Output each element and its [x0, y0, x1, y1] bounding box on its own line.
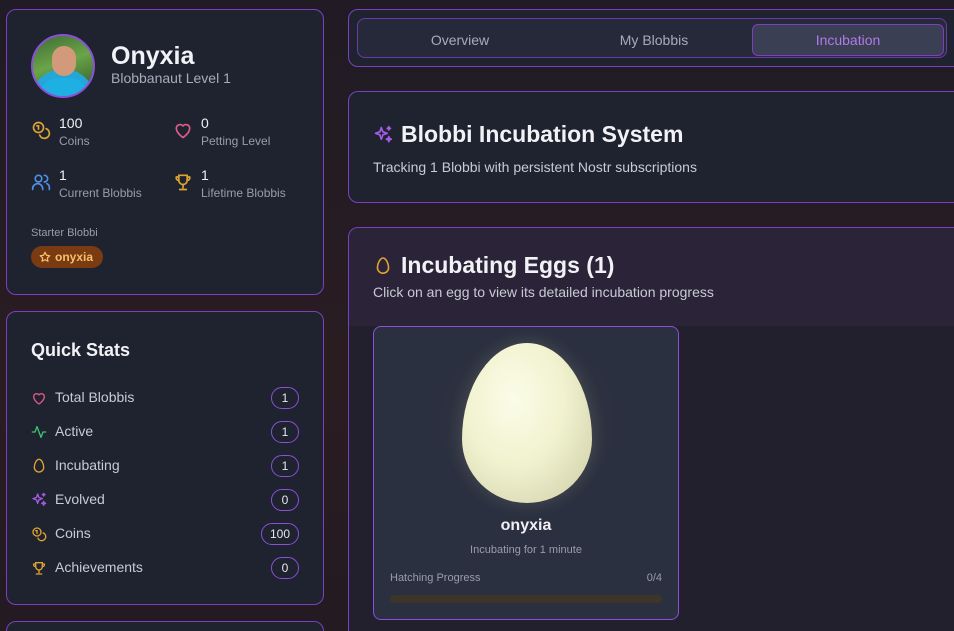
quick-stats-title: Quick Stats	[31, 340, 131, 360]
starter-badge[interactable]: onyxia	[31, 246, 104, 268]
egg-icon	[376, 257, 390, 274]
profile-name: Onyxia	[111, 42, 195, 70]
incubating-eggs-subtitle: Click on an egg to view its detailed inc…	[373, 284, 714, 300]
count-badge: 0	[271, 557, 299, 579]
quick-stats-card: Quick Stats Total Blobbis 1 Active 1 Inc…	[6, 311, 324, 605]
count-badge: 1	[271, 455, 299, 477]
count-badge: 1	[271, 387, 299, 409]
heart-icon	[33, 393, 45, 405]
starter-label: Starter Blobbi	[31, 227, 98, 239]
avatar[interactable]	[31, 34, 95, 98]
sparkles-icon	[32, 492, 47, 506]
quick-stat-total-blobbis: Total Blobbis 1	[31, 386, 299, 410]
profile-card: Onyxia Blobbanaut Level 1 100 Coins 0 Pe…	[6, 9, 324, 295]
count-badge: 0	[271, 489, 299, 511]
incubating-eggs-title: Incubating Eggs (1)	[401, 252, 615, 278]
coins-icon	[32, 121, 51, 140]
quick-stat-achievements: Achievements 0	[31, 556, 299, 580]
quick-stat-active: Active 1	[31, 420, 299, 444]
activity-icon	[31, 426, 47, 438]
count-badge: 1	[271, 421, 299, 443]
coins-icon	[32, 527, 47, 542]
tab-incubation[interactable]: Incubation	[752, 24, 944, 56]
egg-icon	[33, 458, 45, 473]
profile-level: Blobbanaut Level 1	[111, 70, 231, 86]
incubation-system-subtitle: Tracking 1 Blobbi with persistent Nostr …	[373, 159, 697, 175]
incubating-eggs-card: Incubating Eggs (1) Click on an egg to v…	[348, 227, 954, 631]
incubation-system-card: Blobbi Incubation System Tracking 1 Blob…	[348, 91, 954, 203]
quick-stat-incubating: Incubating 1	[31, 454, 299, 478]
incubation-system-title: Blobbi Incubation System	[401, 121, 684, 147]
hatching-progress-value: 0/4	[646, 572, 662, 584]
star-icon	[39, 251, 51, 262]
quick-stat-coins: Coins 100	[31, 522, 299, 546]
hatching-progress-bar	[390, 595, 662, 603]
starter-name: onyxia	[55, 250, 94, 264]
egg-status: Incubating for 1 minute	[470, 544, 582, 556]
egg-name: onyxia	[500, 517, 552, 534]
hatching-progress-label: Hatching Progress	[390, 572, 481, 584]
trophy-icon	[175, 174, 191, 191]
sidebar-card-partial	[6, 621, 324, 631]
count-badge: 100	[260, 523, 299, 545]
sparkles-icon	[374, 125, 393, 143]
users-icon	[31, 174, 51, 191]
tab-overview[interactable]: Overview	[364, 24, 556, 56]
tab-list: Overview My Blobbis Incubation	[357, 18, 947, 58]
incubating-eggs-header: Incubating Eggs (1) Click on an egg to v…	[349, 228, 954, 326]
quick-stat-evolved: Evolved 0	[31, 488, 299, 512]
tabs-card: Overview My Blobbis Incubation	[348, 9, 954, 67]
heart-icon	[175, 123, 191, 139]
egg-card[interactable]: onyxia Incubating for 1 minute Hatching …	[373, 326, 679, 620]
tab-my-blobbis[interactable]: My Blobbis	[558, 24, 750, 56]
trophy-icon	[32, 562, 46, 575]
